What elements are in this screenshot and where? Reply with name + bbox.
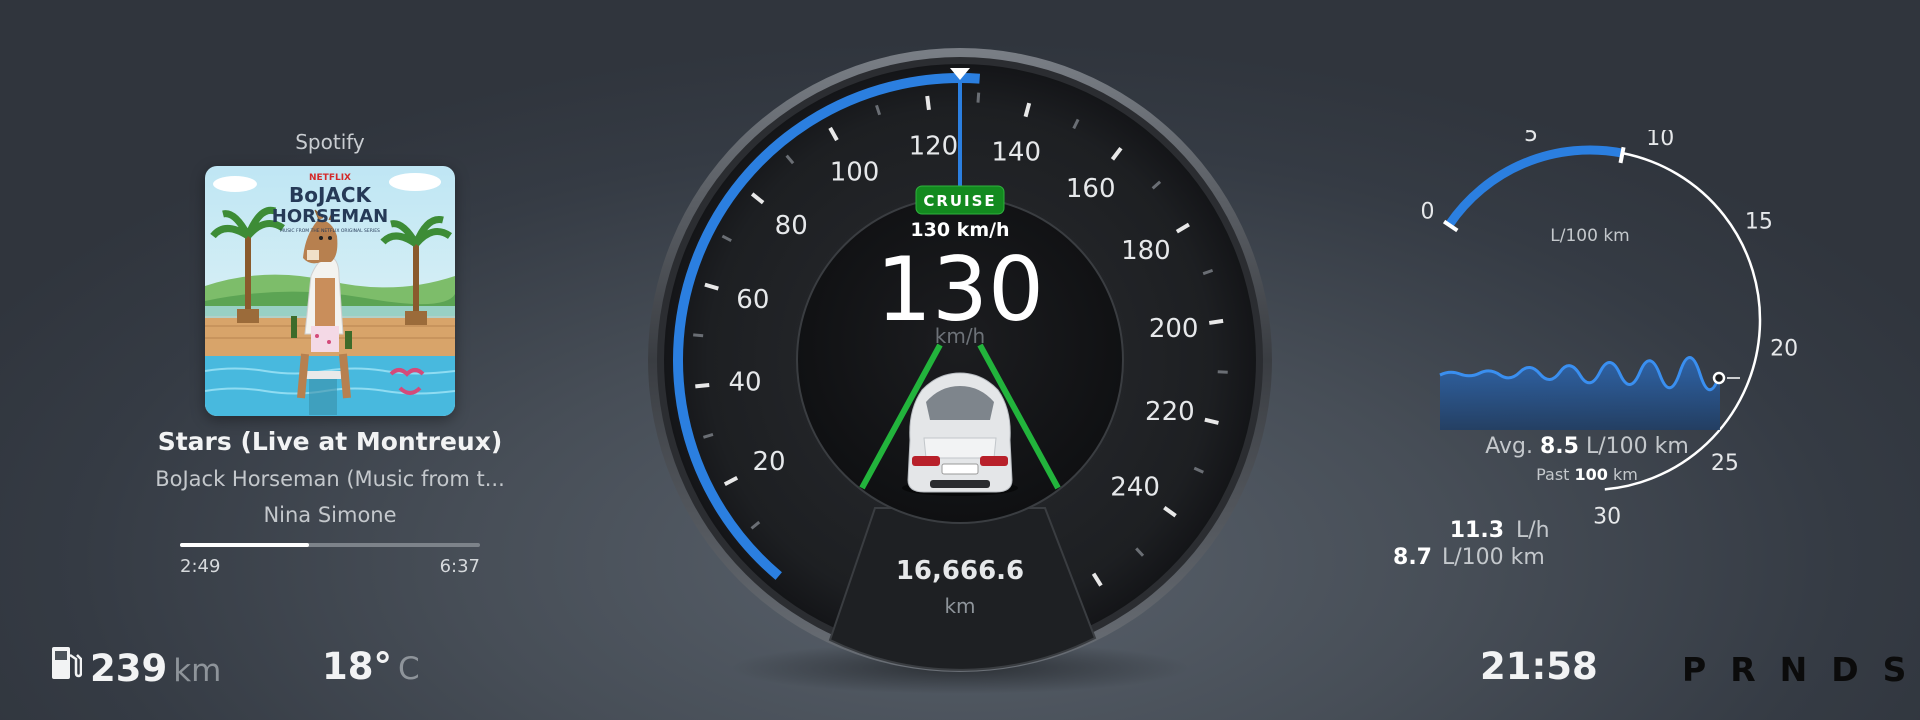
cruise-label: CRUISE [923, 192, 996, 210]
odometer-panel [828, 507, 1097, 671]
speedometer: 20406080100120 140160180200220240 CRUISE … [648, 48, 1272, 694]
gear-d: D [1831, 650, 1861, 689]
speed-label: 220 [1145, 397, 1195, 427]
instant-l100-unit: L/100 km [1442, 545, 1545, 570]
speed-unit: km/h [935, 324, 985, 348]
consumption-gauge: 05 1015202530 L/100 km Avg. 8.5 L/100 km … [1393, 130, 1798, 570]
speed-label: 200 [1149, 314, 1199, 344]
gear-s: S [1882, 650, 1909, 689]
past-unit: km [1613, 465, 1638, 484]
fuel-range: 239 km [50, 645, 221, 690]
odometer-unit: km [944, 594, 975, 618]
gear-p: P [1682, 650, 1709, 689]
consumption-tick-label: 5 [1524, 130, 1538, 147]
consumption-tick-label: 15 [1745, 210, 1773, 235]
speed-label: 180 [1121, 236, 1171, 266]
artist-name: Nina Simone [263, 503, 397, 527]
speed-label: 140 [991, 137, 1041, 167]
speed-label: 20 [752, 447, 785, 477]
speed-label: 100 [830, 158, 880, 188]
media-source-label: Spotify [295, 130, 365, 154]
fuel-pump-icon [52, 647, 82, 679]
gear-selector: P R N D S [1682, 650, 1908, 689]
consumption-tick-label: 0 [1421, 199, 1435, 224]
consumption-history-graph [1440, 357, 1720, 430]
range-unit: km [173, 653, 222, 689]
temperature-value: 18° [322, 645, 392, 688]
instant-lh-value: 11.3 [1450, 518, 1504, 543]
album-art[interactable]: NETFLIX BoJACK HORSEMAN MUSIC FROM THE N… [205, 166, 455, 416]
avg-label: Avg. [1485, 434, 1533, 459]
album-name: BoJack Horseman (Music from t... [155, 467, 505, 491]
speed-label: 60 [736, 285, 769, 315]
track-title: Stars (Live at Montreux) [157, 427, 503, 456]
consumption-gauge-unit: L/100 km [1550, 226, 1629, 246]
past-label: Past [1536, 465, 1569, 484]
temperature-unit: C [398, 651, 420, 687]
speed-label: 120 [909, 132, 959, 162]
avg-value: 8.5 [1540, 434, 1579, 459]
instant-lh-unit: L/h [1516, 518, 1550, 543]
time-total: 6:37 [439, 556, 480, 577]
speed-label: 40 [729, 367, 762, 397]
album-art-title-line2: HORSEMAN [272, 206, 388, 227]
gear-r: R [1730, 650, 1758, 689]
album-art-title-line1: BoJACK [289, 183, 373, 207]
time-elapsed: 2:49 [180, 556, 221, 577]
consumption-value-arc [1445, 145, 1624, 228]
consumption-current-dot [1712, 371, 1726, 385]
album-art-subtitle: MUSIC FROM THE NETFLIX ORIGINAL SERIES [280, 228, 380, 234]
speed-tick [925, 95, 931, 111]
consumption-tick-label: 20 [1770, 336, 1798, 361]
past-value: 100 [1575, 465, 1608, 484]
speed-tick [1208, 318, 1224, 325]
speed-label: 160 [1066, 174, 1116, 204]
consumption-tick-label: 10 [1646, 130, 1674, 151]
avg-unit: L/100 km [1586, 434, 1689, 459]
speed-label: 240 [1110, 472, 1160, 502]
album-art-image: NETFLIX BoJACK HORSEMAN MUSIC FROM THE N… [205, 166, 455, 416]
consumption-tick-label: 25 [1711, 451, 1739, 476]
speed-tick [693, 333, 704, 338]
speed-tick [695, 383, 710, 389]
avg-consumption-line: Avg. 8.5 L/100 km [1485, 434, 1689, 459]
instant-l100-value: 8.7 [1393, 545, 1432, 570]
gear-n: N [1779, 650, 1810, 689]
consumption-tick-label: 30 [1593, 504, 1621, 529]
range-value: 239 [90, 647, 168, 690]
playback-progress-fill [180, 543, 309, 547]
playback-progress-bar[interactable] [180, 543, 480, 547]
outside-temperature: 18° C [322, 645, 420, 688]
speed-label: 80 [775, 211, 808, 241]
clock: 21:58 [1480, 645, 1598, 688]
album-art-publisher: NETFLIX [309, 173, 351, 183]
past-distance-line: Past 100 km [1536, 465, 1638, 484]
speed-tick [976, 92, 981, 103]
odometer-value: 16,666.6 [896, 556, 1024, 586]
